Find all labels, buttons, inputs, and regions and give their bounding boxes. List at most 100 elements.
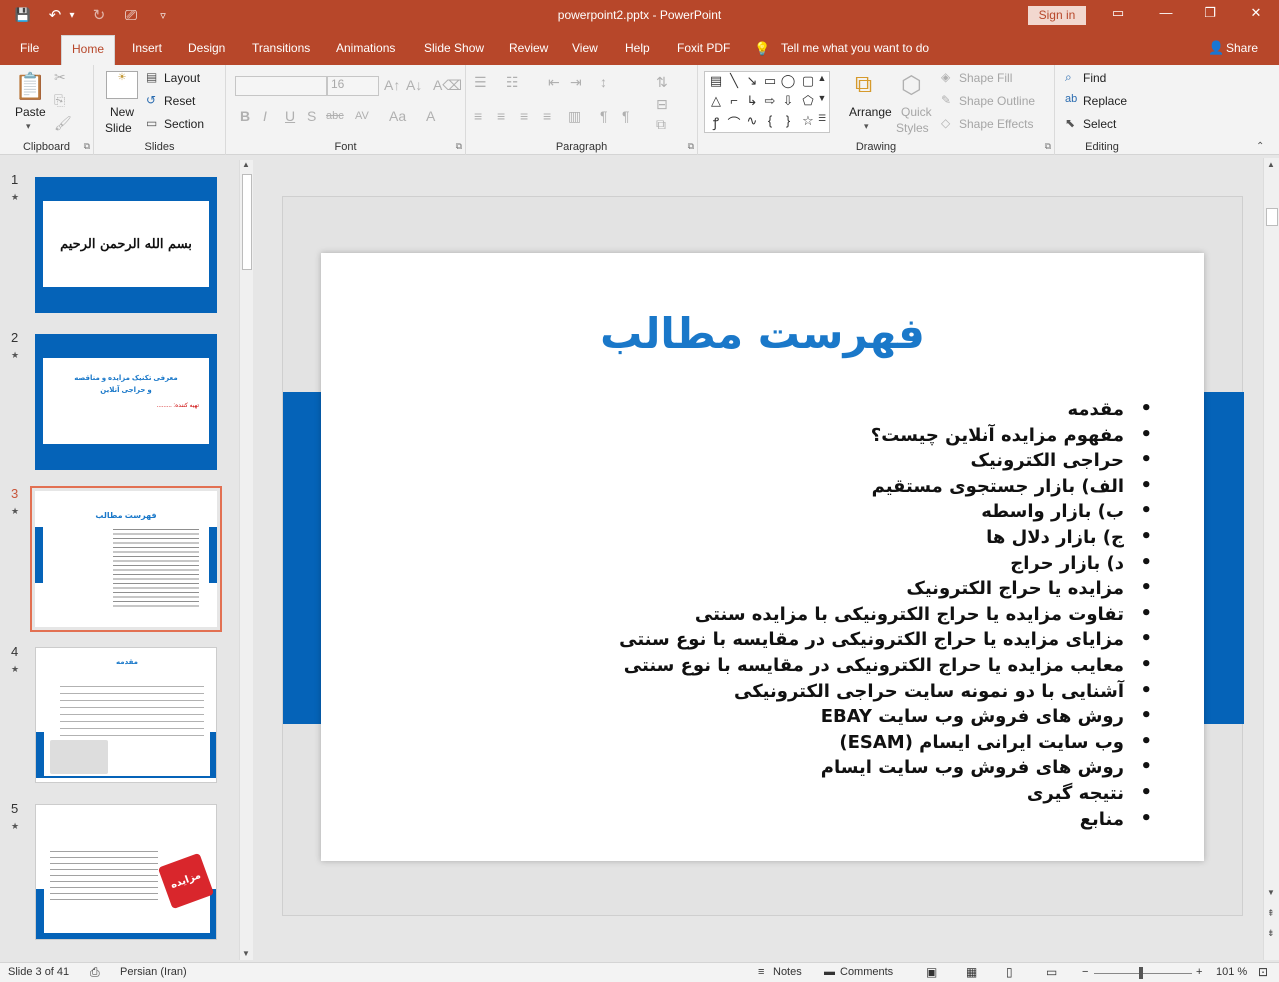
shape-fill-button[interactable]: Shape Fill [959, 71, 1012, 85]
layout-icon[interactable]: ▤ [146, 70, 157, 84]
close-button[interactable]: ✕ [1246, 5, 1266, 21]
bold-button[interactable]: B [240, 108, 250, 124]
tab-insert[interactable]: Insert [132, 41, 162, 55]
editor-scrollbar[interactable]: ▲ ▼ ⇞ ⇟ [1263, 158, 1279, 960]
slide-thumbnail-1[interactable]: بسم الله الرحمن الرحیم [35, 177, 217, 313]
shape-outline-button[interactable]: Shape Outline [959, 94, 1035, 108]
clear-formatting-icon[interactable]: A⌫ [433, 77, 462, 94]
increase-font-icon[interactable]: A↑ [384, 77, 400, 93]
section-button[interactable]: Section [164, 117, 204, 131]
curve-shape-icon[interactable]: ∿ [743, 113, 761, 129]
change-case-button[interactable]: Aa [389, 108, 406, 124]
zoom-out-button[interactable]: − [1082, 966, 1088, 978]
tab-home[interactable]: Home [61, 35, 116, 65]
tab-review[interactable]: Review [509, 41, 548, 55]
gallery-more-icon[interactable]: ☰ [815, 113, 829, 124]
share-button[interactable]: Share [1226, 41, 1258, 55]
drawing-launcher-icon[interactable]: ⧉ [1045, 141, 1051, 152]
spelling-check-icon[interactable]: ⎙ [90, 965, 100, 980]
paste-icon[interactable]: 📋 [14, 71, 46, 102]
new-slide-icon[interactable]: ☀ [106, 71, 138, 99]
ltr-icon[interactable]: ¶ [600, 108, 608, 124]
tab-foxit-pdf[interactable]: Foxit PDF [677, 41, 730, 55]
slide-thumbnail-3[interactable]: فهرست مطالب [30, 486, 222, 632]
align-text-icon[interactable]: ⊟ [656, 96, 668, 113]
scroll-up-icon[interactable]: ▲ [1267, 160, 1275, 169]
smartart-icon[interactable]: ⧉ [656, 116, 666, 133]
collapse-ribbon-icon[interactable]: ⌃ [1256, 141, 1264, 152]
textbox-shape-icon[interactable]: ▤ [707, 73, 725, 89]
numbering-icon[interactable]: ☷ [506, 74, 519, 91]
quick-styles-icon[interactable]: ⬡ [901, 71, 922, 100]
arrange-icon[interactable]: ⧉ [855, 71, 872, 99]
zoom-slider-thumb[interactable] [1139, 967, 1143, 979]
comments-button[interactable]: Comments [840, 966, 893, 978]
replace-button[interactable]: Replace [1083, 94, 1127, 108]
find-button[interactable]: Find [1083, 71, 1106, 85]
shadow-button[interactable]: S [307, 108, 316, 124]
shape-effects-icon[interactable]: ◇ [941, 116, 950, 130]
rtl-icon[interactable]: ¶ [622, 108, 630, 124]
tab-view[interactable]: View [572, 41, 598, 55]
character-spacing-button[interactable]: AV [355, 110, 369, 122]
sign-in-button[interactable]: Sign in [1028, 6, 1086, 25]
scroll-up-icon[interactable]: ▲ [242, 160, 250, 169]
zoom-slider-track[interactable] [1094, 973, 1192, 974]
notes-icon[interactable]: ≡ [758, 966, 764, 978]
section-icon[interactable]: ▭ [146, 116, 157, 130]
slide-title[interactable]: فهرست مطالب [321, 309, 1204, 358]
underline-button[interactable]: U [285, 108, 295, 124]
normal-view-icon[interactable]: ▣ [926, 965, 937, 979]
slide-thumbnail-4[interactable]: مقدمه [35, 647, 217, 783]
select-button[interactable]: Select [1083, 117, 1116, 131]
thumbnail-scroll-thumb[interactable] [242, 174, 252, 270]
elbow-arrow-icon[interactable]: ↳ [743, 93, 761, 109]
columns-icon[interactable]: ▥ [568, 108, 581, 125]
line-spacing-icon[interactable]: ↕ [600, 74, 607, 90]
decrease-font-icon[interactable]: A↓ [406, 77, 422, 93]
justify-icon[interactable]: ≡ [543, 108, 551, 124]
language-indicator[interactable]: Persian (Iran) [120, 966, 187, 978]
minimize-button[interactable]: — [1156, 5, 1176, 20]
arrange-button[interactable]: Arrange [849, 105, 892, 119]
notes-button[interactable]: Notes [773, 966, 802, 978]
copy-icon[interactable]: ⎘ [54, 92, 65, 109]
right-brace-icon[interactable]: } [779, 113, 797, 128]
gallery-up-icon[interactable]: ▲ [815, 73, 829, 83]
clipboard-launcher-icon[interactable]: ⧉ [84, 141, 90, 152]
decrease-indent-icon[interactable]: ⇤ [548, 74, 560, 91]
thumbnail-scrollbar[interactable]: ▲ ▼ [239, 160, 253, 960]
font-launcher-icon[interactable]: ⧉ [456, 141, 462, 152]
slide-thumbnail-5[interactable]: مزایده [35, 804, 217, 940]
font-name-combo[interactable] [235, 76, 327, 96]
zoom-level[interactable]: 101 % [1216, 966, 1247, 978]
freeform-shape-icon[interactable]: ꝭ [707, 113, 725, 131]
right-arrow-shape-icon[interactable]: ⇨ [761, 93, 779, 109]
tab-transitions[interactable]: Transitions [252, 41, 310, 55]
tab-file[interactable]: File [20, 41, 39, 55]
arc-shape-icon[interactable]: ⌒ [725, 113, 743, 132]
shape-outline-icon[interactable]: ✎ [941, 93, 951, 107]
tab-help[interactable]: Help [625, 41, 650, 55]
layout-button[interactable]: Layout [164, 71, 200, 85]
new-slide-label-2[interactable]: Slide [105, 121, 132, 135]
tab-slide-show[interactable]: Slide Show [424, 41, 484, 55]
arrow-shape-icon[interactable]: ↘ [743, 73, 761, 89]
triangle-shape-icon[interactable]: △ [707, 93, 725, 109]
left-brace-icon[interactable]: { [761, 113, 779, 128]
toc-list[interactable]: مقدمه مفهوم مزایده آنلاین چیست؟ حراجی ال… [619, 398, 1152, 834]
find-icon[interactable]: ⌕ [1065, 70, 1072, 85]
tell-me-search[interactable]: Tell me what you want to do [781, 41, 929, 55]
down-arrow-shape-icon[interactable]: ⇩ [779, 93, 797, 109]
paragraph-launcher-icon[interactable]: ⧉ [688, 141, 694, 152]
slide-thumbnail-2[interactable]: معرفی تکنیک مزایده و مناقصه و حراجی آنلا… [35, 334, 217, 470]
tab-animations[interactable]: Animations [336, 41, 395, 55]
arrange-dropdown-icon[interactable]: ▾ [864, 121, 869, 132]
restore-button[interactable]: ❐ [1200, 5, 1220, 21]
reset-button[interactable]: Reset [164, 94, 195, 108]
paste-dropdown-icon[interactable]: ▾ [26, 121, 31, 132]
align-center-icon[interactable]: ≡ [497, 108, 505, 124]
next-slide-icon[interactable]: ⇟ [1267, 928, 1275, 939]
comments-icon[interactable]: ▬ [824, 966, 835, 978]
gallery-down-icon[interactable]: ▼ [815, 93, 829, 103]
